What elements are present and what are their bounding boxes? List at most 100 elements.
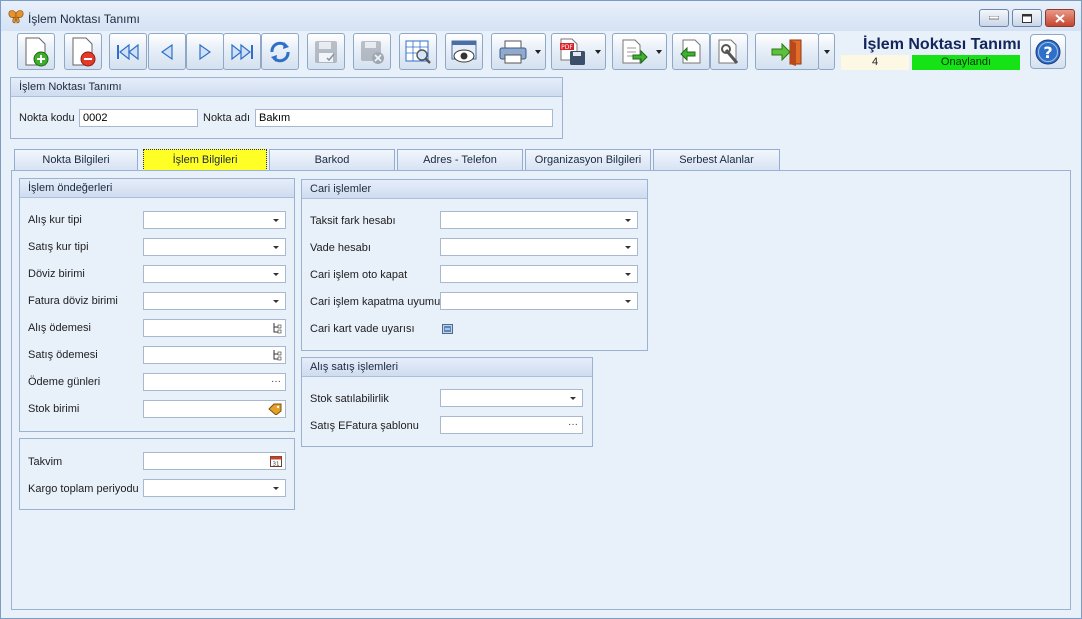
chevron-down-icon [273, 246, 279, 249]
page-title: İşlem Noktası Tanımı [863, 36, 1021, 53]
due-warning-toggle[interactable] [442, 324, 453, 334]
chevron-down-icon [625, 219, 631, 222]
cancel-changes-button[interactable] [353, 33, 391, 70]
preview-button[interactable] [445, 33, 483, 70]
chevron-down-icon [625, 300, 631, 303]
new-record-button[interactable] [17, 33, 55, 70]
stock-unit-field[interactable] [143, 400, 286, 418]
close-icon [1055, 13, 1065, 23]
eye-icon [451, 40, 477, 62]
help-icon: ? [1035, 39, 1061, 64]
currency-select[interactable] [143, 265, 286, 283]
name-field[interactable]: Bakım [255, 109, 553, 127]
refresh-icon [270, 41, 290, 62]
stock-unit-label: Stok birimi [28, 403, 80, 415]
exit-dropdown-button[interactable] [818, 33, 835, 70]
save-button[interactable] [307, 33, 345, 70]
maximize-icon [1022, 13, 1032, 23]
new-document-icon [25, 37, 49, 66]
name-label: Nokta adı [203, 112, 251, 124]
title-bar: İşlem Noktası Tanımı [1, 1, 1081, 31]
defaults-group: İşlem öndeğerleri Alış kur tipi Satış ku… [19, 178, 295, 432]
tab-serbest-alanlar[interactable]: Serbest Alanlar [653, 149, 780, 170]
pdf-save-icon: PDF [560, 38, 585, 65]
first-record-button[interactable] [109, 33, 147, 70]
refresh-button[interactable] [261, 33, 299, 70]
help-button[interactable]: ? [1030, 34, 1066, 69]
next-record-button[interactable] [186, 33, 224, 70]
export-pdf-button[interactable]: PDF [551, 33, 606, 70]
currency-label: Döviz birimi [28, 268, 85, 280]
export-button[interactable] [612, 33, 667, 70]
efatura-template-label: Satış EFatura şablonu [310, 420, 419, 432]
ellipsis-icon: ··· [271, 376, 281, 387]
chevron-down-icon [656, 50, 662, 54]
due-warning-label: Cari kart vade uyarısı [310, 323, 415, 335]
tab-islem-bilgileri[interactable]: İşlem Bilgileri [143, 149, 267, 171]
stock-sellable-select[interactable] [440, 389, 583, 407]
import-document-icon [680, 39, 701, 63]
print-button[interactable] [491, 33, 546, 70]
invoice-currency-select[interactable] [143, 292, 286, 310]
sales-group-title: Alış satış işlemleri [302, 358, 592, 377]
window-title: İşlem Noktası Tanımı [28, 12, 140, 26]
tab-organizasyon-bilgileri[interactable]: Organizasyon Bilgileri [525, 149, 651, 170]
wrench-document-icon [718, 39, 739, 64]
close-button[interactable] [1045, 9, 1075, 27]
cargo-period-label: Kargo toplam periyodu [28, 483, 139, 495]
installment-account-label: Taksit fark hesabı [310, 215, 396, 227]
tab-barkod[interactable]: Barkod [269, 149, 395, 170]
due-account-select[interactable] [440, 238, 638, 256]
tree-picker-icon [273, 350, 282, 361]
calendar-group: Takvim 31 Kargo toplam periyodu [19, 438, 295, 510]
cargo-period-select[interactable] [143, 479, 286, 497]
code-field[interactable]: 0002 [79, 109, 198, 127]
delete-record-button[interactable] [64, 33, 102, 70]
previous-icon [160, 43, 173, 60]
chevron-down-icon [273, 273, 279, 276]
sell-payment-field[interactable] [143, 346, 286, 364]
due-account-label: Vade hesabı [310, 242, 371, 254]
auto-close-select[interactable] [440, 265, 638, 283]
next-icon [199, 43, 212, 60]
sell-payment-label: Satış ödemesi [28, 349, 98, 361]
sell-rate-type-label: Satış kur tipi [28, 241, 89, 253]
maximize-button[interactable] [1012, 9, 1042, 27]
settings-document-button[interactable] [710, 33, 748, 70]
cari-group-title: Cari işlemler [302, 180, 647, 199]
sales-group: Alış satış işlemleri Stok satılabilirlik… [301, 357, 593, 447]
svg-text:PDF: PDF [561, 44, 573, 51]
installment-account-select[interactable] [440, 211, 638, 229]
cari-group: Cari işlemler Taksit fark hesabı Vade he… [301, 179, 648, 351]
status-badge: Onaylandı [912, 55, 1020, 70]
buy-rate-type-select[interactable] [143, 211, 286, 229]
last-record-button[interactable] [223, 33, 261, 70]
import-button[interactable] [672, 33, 710, 70]
exit-button[interactable] [755, 33, 819, 70]
invoice-currency-label: Fatura döviz birimi [28, 295, 118, 307]
close-match-select[interactable] [440, 292, 638, 310]
defaults-group-title: İşlem öndeğerleri [20, 179, 294, 198]
tab-adres-telefon[interactable]: Adres - Telefon [397, 149, 523, 170]
buy-rate-type-label: Alış kur tipi [28, 214, 82, 226]
buy-payment-field[interactable] [143, 319, 286, 337]
list-view-button[interactable] [399, 33, 437, 70]
chevron-down-icon [273, 487, 279, 490]
ellipsis-icon: ··· [568, 419, 578, 430]
tree-picker-icon [273, 323, 282, 334]
payment-days-field[interactable]: ··· [143, 373, 286, 391]
chevron-down-icon [273, 219, 279, 222]
auto-close-label: Cari işlem oto kapat [310, 269, 408, 281]
table-search-icon [405, 40, 431, 64]
exit-door-icon [771, 39, 802, 66]
sell-rate-type-select[interactable] [143, 238, 286, 256]
efatura-template-field[interactable]: ··· [440, 416, 583, 434]
checkbox-icon [444, 326, 451, 332]
chevron-down-icon [273, 300, 279, 303]
previous-record-button[interactable] [148, 33, 186, 70]
export-document-icon [622, 39, 648, 64]
tab-nokta-bilgileri[interactable]: Nokta Bilgileri [14, 149, 138, 170]
calendar-field[interactable]: 31 [143, 452, 286, 470]
minimize-button[interactable] [979, 9, 1009, 27]
svg-text:?: ? [1043, 43, 1052, 62]
